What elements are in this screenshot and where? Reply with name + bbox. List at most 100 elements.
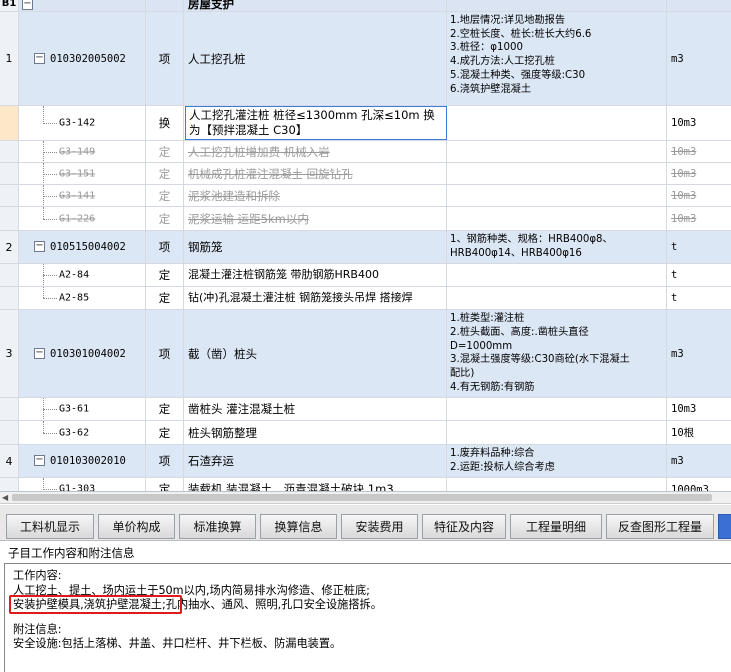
sub-name: 钻(冲)孔混凝土灌注桩 钢筋笼接头吊焊 搭接焊 (188, 291, 413, 304)
feature-line: 1.地层情况:详见地勘报告 (450, 15, 566, 26)
tab-conversion-info[interactable]: 换算信息 (260, 514, 337, 539)
row-type: 定 (158, 291, 171, 305)
row-index: 2 (5, 240, 13, 254)
sub-code: G3-61 (59, 403, 90, 415)
row-type: 定 (158, 166, 171, 181)
tab-overflow[interactable] (718, 514, 731, 539)
row-type: 定 (158, 402, 171, 416)
item-feature: 1、钢筋种类、规格：HRB400φ8、 HRB400φ14、HRB400φ16 (447, 231, 666, 260)
feature-line: 6.浇筑护壁混凝土 (450, 83, 532, 95)
section-index: B1 (1, 0, 17, 9)
unit: 10m3 (671, 145, 697, 158)
panel-content: 工作内容: 人工挖土、提土、场内运土于50m以内,场内简易排水沟修造、修正桩底;… (4, 563, 731, 672)
feature-line: 2.空桩长度、桩长:桩长大约6.6 (450, 28, 592, 40)
sub-code: G3-141 (59, 190, 96, 201)
unit: 10m3 (671, 167, 697, 180)
feature-line: 1、钢筋种类、规格：HRB400φ8、 (450, 234, 613, 245)
table-row[interactable]: G1-303 定 装载机 装混凝土、沥青混凝土破块 1m3 1000m3 (0, 478, 731, 492)
sub-code: G3-149 (59, 146, 96, 157)
unit: m3 (671, 455, 684, 467)
item-name: 人工挖孔桩 (188, 51, 246, 66)
name-edit-field[interactable]: 人工挖孔灌注桩 桩径≤1300mm 孔深≤10m 换为【预拌混凝土 C30】 (185, 106, 447, 140)
sub-name: 凿桩头 灌注混凝土桩 (188, 402, 296, 416)
table-row[interactable]: G3-61 定 凿桩头 灌注混凝土桩 10m3 (0, 398, 731, 421)
unit: 10m3 (671, 403, 697, 415)
unit: 10m3 (671, 189, 697, 202)
sub-name: 装载机 装混凝土、沥青混凝土破块 1m3 (188, 482, 394, 492)
row-type: 定 (158, 268, 171, 282)
panel-title: 子目工作内容和附注信息 (8, 546, 135, 560)
unit: t (671, 292, 678, 304)
table-row[interactable]: G3-151 定 机械成孔桩灌注混凝土 回旋钻孔 10m3 (0, 163, 731, 185)
row-type: 项 (158, 454, 171, 468)
feature-line: 3.桩径：φ1000 (450, 42, 523, 54)
bottom-tab-bar: 工料机显示 单价构成 标准换算 换算信息 安装费用 特征及内容 工程量明细 反查… (0, 505, 731, 541)
table-row[interactable]: G3-141 定 泥浆池建造和拆除 10m3 (0, 185, 731, 207)
tab-material-display[interactable]: 工料机显示 (6, 514, 94, 539)
feature-line: 3.混凝土强度等级:C30商砼(水下混凝土 (450, 354, 630, 366)
table-row[interactable]: A2-85 定 钻(冲)孔混凝土灌注桩 钢筋笼接头吊焊 搭接焊 t (0, 287, 731, 310)
item-code: 010301004002 (50, 347, 126, 360)
row-type: 项 (158, 240, 171, 254)
sub-code: G1-226 (59, 213, 96, 224)
tab-unit-price[interactable]: 单价构成 (98, 514, 175, 539)
sub-code: G3-142 (59, 117, 96, 129)
item-code: 010103002010 (50, 455, 126, 467)
table-row[interactable]: 2 − 010515004002 项 钢筋笼 1、钢筋种类、规格：HRB400φ… (0, 231, 731, 264)
item-name: 石渣弃运 (188, 454, 234, 468)
sub-name: 混凝土灌注桩钢筋笼 带肋钢筋HRB400 (188, 268, 379, 281)
feature-line: 5.混凝土种类、强度等级:C30 (450, 69, 586, 81)
item-feature: 1.废弃料品种:综合 2.运距:投标人综合考虑 (447, 445, 666, 474)
collapse-toggle-icon[interactable]: − (22, 0, 33, 10)
unit: 10m3 (671, 212, 697, 225)
unit: m3 (671, 52, 684, 65)
row-type: 项 (158, 51, 171, 66)
feature-line: 2.桩头截面、高度:.凿桩头直径 (450, 326, 589, 338)
row-index: 1 (5, 52, 13, 65)
tab-standard-conversion[interactable]: 标准换算 (179, 514, 256, 539)
item-feature: 1.桩类型:灌注桩 2.桩头截面、高度:.凿桩头直径 D=1000mm 3.混凝… (447, 310, 666, 395)
sub-name: 泥浆运输 运距5km以内 (188, 211, 309, 226)
row-type: 项 (158, 346, 171, 361)
feature-line: 4.有无钢筋:有钢筋 (450, 381, 535, 393)
table-row[interactable]: G1-226 定 泥浆运输 运距5km以内 10m3 (0, 207, 731, 231)
sub-name: 人工挖孔桩增加费 机械入岩 (188, 144, 330, 159)
row-index: 3 (5, 347, 13, 360)
collapse-toggle-icon[interactable]: − (34, 53, 45, 64)
grid-section-row[interactable]: B1 − 房屋支护 (0, 0, 731, 12)
unit: t (671, 241, 678, 253)
work-line-rest: 孔内抽水、通风、照明,孔口安全设施搭拆。 (165, 598, 382, 611)
sub-code: G3-151 (59, 168, 96, 179)
scroll-left-icon[interactable]: ◀ (2, 493, 8, 502)
code-cell: − (19, 0, 146, 11)
table-row[interactable]: G3-62 定 桩头钢筋整理 10根 (0, 421, 731, 445)
work-label: 工作内容: (13, 569, 62, 582)
row-type: 定 (158, 482, 171, 492)
tab-quantity-detail[interactable]: 工程量明细 (510, 514, 602, 539)
item-name: 截（凿）桩头 (188, 346, 257, 361)
sub-code: A2-85 (59, 292, 90, 304)
tab-features-content[interactable]: 特征及内容 (422, 514, 506, 539)
table-row[interactable]: G3-149 定 人工挖孔桩增加费 机械入岩 10m3 (0, 141, 731, 163)
table-row[interactable]: A2-84 定 混凝土灌注桩钢筋笼 带肋钢筋HRB400 t (0, 264, 731, 287)
tab-reverse-lookup[interactable]: 反查图形工程量 (606, 514, 714, 539)
row-type: 定 (158, 211, 171, 226)
sub-code: G3-62 (59, 427, 90, 438)
note-line: 安全设施:包括上落梯、井盖、井口栏杆、井下栏板、防漏电装置。 (13, 637, 342, 650)
unit: m3 (671, 347, 684, 360)
item-feature: 1.地层情况:详见地勘报告 2.空桩长度、桩长:桩长大约6.6 3.桩径：φ10… (447, 12, 666, 96)
collapse-toggle-icon[interactable]: − (34, 348, 45, 359)
collapse-toggle-icon[interactable]: − (34, 241, 45, 252)
table-row[interactable]: 3 − 010301004002 项 截（凿）桩头 1.桩类型:灌注桩 2.桩头… (0, 310, 731, 398)
horizontal-scrollbar[interactable]: ◀ (0, 492, 731, 504)
feature-line: 4.成孔方法:人工挖孔桩 (450, 56, 555, 68)
feature-line: 1.废弃料品种:综合 (450, 448, 535, 459)
work-content-panel: 子目工作内容和附注信息 工作内容: 人工挖土、提土、场内运土于50m以内,场内简… (0, 541, 731, 672)
name-cell: 房屋支护 (184, 0, 447, 11)
scrollbar-thumb[interactable] (12, 494, 712, 501)
table-row[interactable]: 1 − 010302005002 项 人工挖孔桩 1.地层情况:详见地勘报告 2… (0, 12, 731, 106)
table-row[interactable]: 4 − 010103002010 项 石渣弃运 1.废弃料品种:综合 2.运距:… (0, 445, 731, 478)
sub-name: 泥浆池建造和拆除 (188, 188, 280, 203)
collapse-toggle-icon[interactable]: − (34, 455, 45, 466)
tab-install-fee[interactable]: 安装费用 (341, 514, 418, 539)
